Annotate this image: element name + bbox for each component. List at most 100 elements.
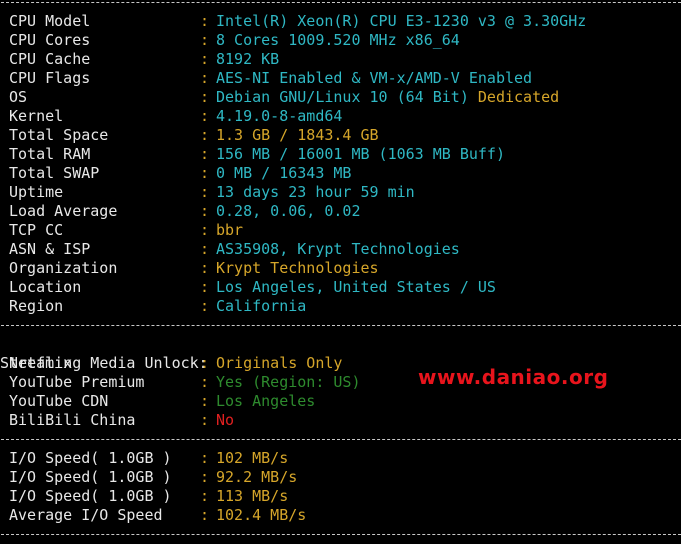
row-value-text: Los Angeles, United States / US	[216, 278, 496, 296]
row-value: 0 MB / 16343 MB	[216, 164, 351, 183]
system-info-row: Organization: Krypt Technologies	[0, 259, 681, 278]
row-label: Organization	[9, 259, 118, 277]
row-value: 92.2 MB/s	[216, 468, 297, 487]
system-info-row: CPU Cache:8192 KB	[0, 50, 681, 69]
system-info-row: OS: Debian GNU/Linux 10 (64 Bit) Dedicate…	[0, 88, 681, 107]
row-value: 102.4 MB/s	[216, 506, 306, 525]
system-info-row: Total Space:1.3 GB / 1843.4 GB	[0, 126, 681, 145]
row-value: Krypt Technologies	[216, 259, 379, 278]
io-speed-row: Average I/O Speed:102.4 MB/s	[0, 506, 681, 525]
row-value-text: 0.28, 0.06, 0.02	[216, 202, 361, 220]
row-colon: :	[200, 487, 210, 505]
row-value-text: Yes (Region: US)	[216, 373, 361, 391]
row-value: 1.3 GB / 1843.4 GB	[216, 126, 379, 145]
io-speed-block: I/O Speed( 1.0GB ):102 MB/s I/O Speed( 1.…	[0, 449, 681, 525]
row-value-text: 13 days 23 hour 59 min	[216, 183, 415, 201]
row-label: Total Space	[9, 126, 109, 144]
row-value: bbr	[216, 221, 243, 240]
row-colon: :	[200, 411, 210, 429]
row-label: YouTube CDN	[9, 392, 109, 410]
row-colon: :	[200, 506, 210, 524]
row-colon: :	[200, 202, 210, 220]
system-info-row: TCP CC: bbr	[0, 221, 681, 240]
row-value-extra: Dedicated	[477, 88, 560, 106]
streaming-row: YouTube CDN: Los Angeles	[0, 392, 681, 411]
row-value-text: Intel(R) Xeon(R) CPU E3-1230 v3 @ 3.30GH…	[216, 12, 587, 30]
row-value: Originals Only	[216, 354, 342, 373]
row-colon: :	[200, 50, 210, 68]
row-value: No	[216, 411, 234, 430]
system-info-row: Load Average:0.28, 0.06, 0.02	[0, 202, 681, 221]
row-value: 8192 KB	[216, 50, 279, 69]
row-value-text: 102 MB/s	[216, 449, 289, 467]
separator-line	[0, 525, 681, 544]
row-colon: :	[200, 278, 210, 296]
row-label: I/O Speed( 1.0GB )	[9, 487, 172, 505]
system-info-row: Uptime:13 days 23 hour 59 min	[0, 183, 681, 202]
row-value-text: Debian GNU/Linux 10 (64 Bit)	[216, 88, 469, 106]
row-label: Region	[9, 297, 64, 315]
row-colon: :	[200, 126, 210, 144]
row-value-text: AS35908, Krypt Technologies	[216, 240, 460, 258]
streaming-row: BiliBili China: No	[0, 411, 681, 430]
row-label: I/O Speed( 1.0GB )	[9, 449, 172, 467]
system-info-row: CPU Flags: AES-NI Enabled & VM-x/AMD-V En…	[0, 69, 681, 88]
system-info-row: ASN & ISP: AS35908, Krypt Technologies	[0, 240, 681, 259]
row-value-text: Originals Only	[216, 354, 343, 372]
streaming-header-row: Streaming Media Unlock:	[0, 335, 681, 372]
row-value: AES-NI Enabled & VM-x/AMD-V Enabled	[216, 69, 532, 88]
row-label: Total SWAP	[9, 164, 100, 182]
row-label: CPU Cores	[9, 31, 91, 49]
row-label: Kernel	[9, 107, 64, 125]
row-value-text: California	[216, 297, 307, 315]
row-label: Netflix	[9, 354, 73, 372]
row-value-text: Krypt Technologies	[216, 259, 379, 277]
separator-line	[0, 316, 681, 335]
row-colon: :	[200, 183, 210, 201]
separator-line	[0, 430, 681, 449]
row-colon: :	[200, 392, 210, 410]
row-value: 102 MB/s	[216, 449, 288, 468]
row-label: YouTube Premium	[9, 373, 145, 391]
system-info-row: Location: Los Angeles, United States / US	[0, 278, 681, 297]
row-colon: :	[200, 259, 210, 277]
row-value-text: No	[216, 411, 235, 429]
system-info-row: Total RAM:156 MB / 16001 MB (1063 MB Buf…	[0, 145, 681, 164]
row-value-text: 8192 KB	[216, 50, 280, 68]
row-label: I/O Speed( 1.0GB )	[9, 468, 172, 486]
row-value-text: 4.19.0-8-amd64	[216, 107, 343, 125]
row-value: 13 days 23 hour 59 min	[216, 183, 415, 202]
terminal-output[interactable]: CPU Model: Intel(R) Xeon(R) CPU E3-1230 v…	[0, 0, 681, 544]
row-label: CPU Cache	[9, 50, 91, 68]
row-label: Location	[9, 278, 82, 296]
row-value-text: 0 MB / 16343 MB	[216, 164, 352, 182]
row-colon: :	[200, 145, 210, 163]
row-colon: :	[200, 221, 210, 239]
io-speed-row: I/O Speed( 1.0GB ):113 MB/s	[0, 487, 681, 506]
row-colon: :	[200, 297, 210, 315]
row-label: ASN & ISP	[9, 240, 91, 258]
row-colon: :	[200, 449, 210, 467]
row-value: Yes (Region: US)	[216, 373, 361, 392]
row-value-text: bbr	[216, 221, 244, 239]
system-info-row: Total SWAP:0 MB / 16343 MB	[0, 164, 681, 183]
row-value-text: 156 MB / 16001 MB (1063 MB Buff)	[216, 145, 505, 163]
separator-line	[0, 0, 681, 12]
row-value: 4.19.0-8-amd64	[216, 107, 342, 126]
row-label: CPU Model	[9, 12, 91, 30]
row-label: Total RAM	[9, 145, 91, 163]
row-colon: :	[200, 107, 210, 125]
system-info-block: CPU Model: Intel(R) Xeon(R) CPU E3-1230 v…	[0, 12, 681, 316]
row-colon: :	[200, 164, 210, 182]
row-value-text: AES-NI Enabled & VM-x/AMD-V Enabled	[216, 69, 533, 87]
io-speed-row: I/O Speed( 1.0GB ):92.2 MB/s	[0, 468, 681, 487]
row-value: 8 Cores 1009.520 MHz x86_64	[216, 31, 460, 50]
row-colon: :	[200, 354, 210, 372]
row-colon: :	[200, 373, 210, 391]
row-value: Los Angeles	[216, 392, 315, 411]
row-label: OS	[9, 88, 28, 106]
row-value: 0.28, 0.06, 0.02	[216, 202, 361, 221]
row-colon: :	[200, 12, 210, 30]
row-value-text: 102.4 MB/s	[216, 506, 307, 524]
row-label: TCP CC	[9, 221, 64, 239]
